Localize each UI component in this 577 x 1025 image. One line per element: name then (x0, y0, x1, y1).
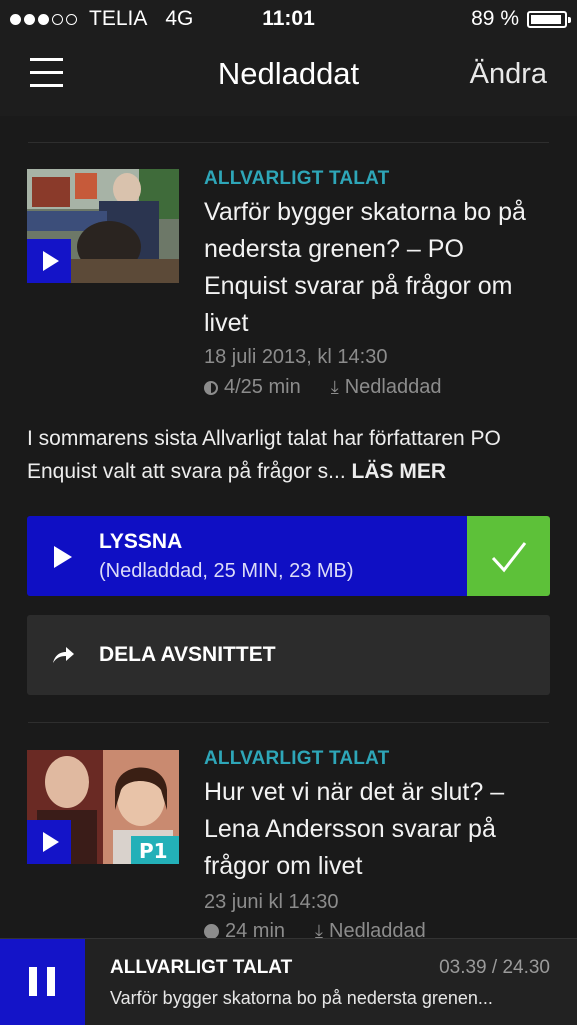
episode-description: I sommarens sista Allvarligt talat har f… (27, 422, 547, 488)
episode-thumbnail[interactable]: P1 (27, 750, 179, 864)
progress-icon (204, 380, 218, 395)
episode-thumbnail[interactable] (27, 169, 179, 283)
episode-meta: 4/25 min ⤓ Nedladdad (204, 376, 441, 399)
edit-button[interactable]: Ändra (470, 58, 547, 91)
battery-icon (527, 10, 571, 28)
p1-logo-text: P1 (139, 839, 168, 863)
episode-date: 18 juli 2013, kl 14:30 (204, 346, 388, 368)
navigation-bar: Nedladdat Ändra (0, 38, 577, 116)
pause-icon (47, 967, 55, 996)
episode-title[interactable]: Varför bygger skatorna bo på nedersta gr… (204, 194, 554, 342)
divider (28, 722, 549, 723)
play-icon[interactable] (27, 820, 71, 864)
program-name[interactable]: ALLVARLIGT TALAT (204, 748, 389, 770)
mini-player[interactable]: ALLVARLIGT TALAT 03.39 / 24.30 Varför by… (0, 938, 577, 1025)
download-icon: ⤓ (330, 377, 339, 397)
downloaded-check-button[interactable] (467, 516, 550, 596)
share-arrow-icon (53, 647, 74, 663)
play-icon[interactable] (27, 239, 71, 283)
listen-button[interactable]: LYSSNA (Nedladdad, 25 MIN, 23 MB) (27, 516, 467, 596)
pause-icon (29, 967, 37, 996)
program-name[interactable]: ALLVARLIGT TALAT (204, 168, 389, 190)
pause-button[interactable] (0, 939, 85, 1025)
listen-label: LYSSNA (99, 530, 183, 553)
episode-date: 23 juni kl 14:30 (204, 891, 339, 913)
player-program: ALLVARLIGT TALAT (110, 957, 293, 978)
divider (28, 142, 549, 143)
read-more-link[interactable]: LÄS MER (352, 460, 447, 483)
duration-icon (204, 924, 219, 939)
listen-detail: (Nedladdad, 25 MIN, 23 MB) (99, 560, 354, 582)
battery-percent: 89 % (471, 7, 519, 30)
play-icon (54, 546, 72, 568)
player-time: 03.39 / 24.30 (439, 957, 550, 978)
episode-title[interactable]: Hur vet vi när det är slut? – Lena Ander… (204, 774, 554, 885)
checkmark-icon (491, 542, 527, 573)
listen-progress: 4/25 min (224, 376, 301, 398)
player-episode-title: Varför bygger skatorna bo på nedersta gr… (110, 988, 493, 1008)
download-status: Nedladdad (344, 376, 442, 398)
share-episode-button[interactable]: DELA AVSNITTET (27, 615, 550, 695)
share-label: DELA AVSNITTET (99, 643, 276, 666)
status-bar: TELIA 4G 11:01 89 % (0, 0, 577, 38)
